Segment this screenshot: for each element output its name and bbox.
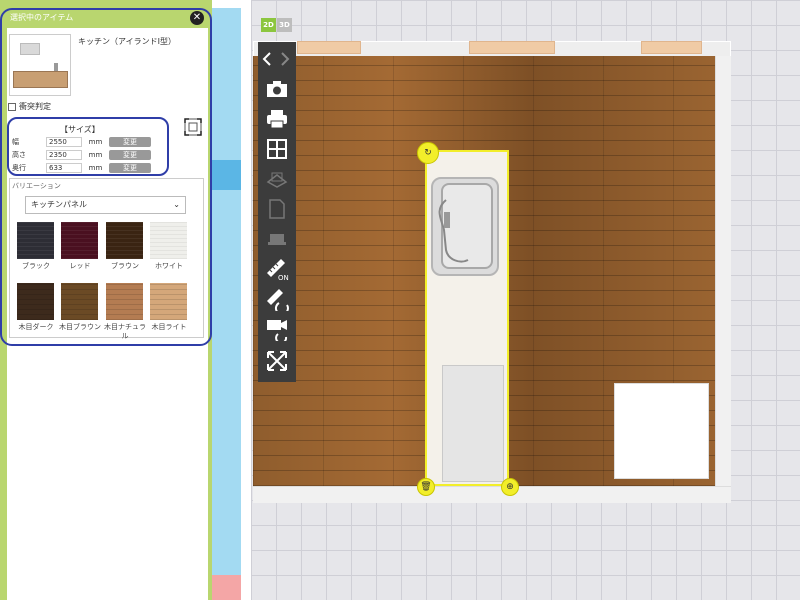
camera-icon[interactable] bbox=[258, 74, 296, 104]
strip-accent bbox=[212, 160, 241, 190]
strip-top bbox=[212, 0, 241, 8]
dishwasher bbox=[442, 365, 504, 482]
document-icon[interactable] bbox=[258, 194, 296, 224]
furniture-icon[interactable] bbox=[258, 224, 296, 254]
mode-3d-button[interactable]: 3D bbox=[277, 18, 292, 32]
mode-2d-button[interactable]: 2D bbox=[261, 18, 276, 32]
rotate-icon[interactable]: ↻ bbox=[417, 142, 439, 164]
svg-text:ON: ON bbox=[278, 274, 289, 281]
window bbox=[469, 41, 555, 54]
fit-screen-icon[interactable] bbox=[258, 346, 296, 376]
window bbox=[297, 41, 361, 54]
gap bbox=[241, 0, 251, 600]
panel-highlight bbox=[0, 8, 212, 346]
measure-on-icon[interactable]: ON bbox=[258, 254, 296, 284]
print-icon[interactable] bbox=[258, 104, 296, 134]
side-strip bbox=[212, 0, 241, 600]
3d-view-icon[interactable] bbox=[258, 164, 296, 194]
strip-bottom bbox=[212, 575, 241, 600]
add-icon[interactable]: ⊕ bbox=[501, 478, 519, 496]
faucet-icon bbox=[438, 199, 469, 263]
nav-arrows-icon[interactable] bbox=[258, 44, 296, 74]
refrigerator[interactable] bbox=[614, 383, 709, 479]
camera-rotate-icon[interactable] bbox=[258, 314, 296, 344]
grid-icon[interactable] bbox=[258, 134, 296, 164]
window bbox=[641, 41, 702, 54]
left-toolbar: ON bbox=[258, 42, 296, 382]
measure-rotate-icon[interactable] bbox=[258, 284, 296, 314]
bottom-wall bbox=[253, 486, 731, 503]
right-wall bbox=[715, 56, 731, 486]
delete-icon[interactable]: 🗑 bbox=[417, 478, 435, 496]
